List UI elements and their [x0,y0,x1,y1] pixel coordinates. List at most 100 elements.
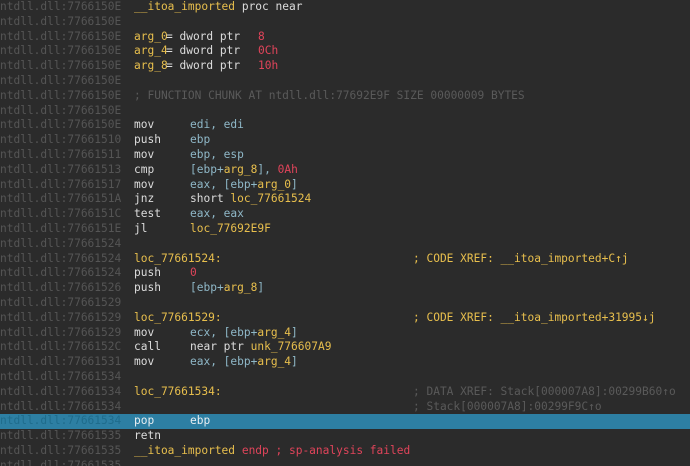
address: ntdll.dll:77661510 [0,133,122,147]
instruction-mnemonic[interactable]: push [134,133,161,148]
instruction-operands[interactable]: short loc_77661524 [190,192,311,207]
data-xref-comment[interactable]: ; Stack[000007A8]:00299F9C↑o [413,400,602,415]
operand-symbol: arg_4 [257,355,292,369]
listing-line[interactable]: ntdll.dll:77661524 [0,237,690,252]
address: ntdll.dll:77661535 [0,443,122,457]
listing-line[interactable]: ntdll.dll:7766151C test eax, eax [0,207,690,222]
listing-line[interactable]: ntdll.dll:77661510 push ebp [0,133,690,148]
listing-line[interactable]: ntdll.dll:7766150E [0,104,690,119]
instruction-operands[interactable]: edi, edi [190,118,244,133]
arg-type: = dword ptr [166,44,241,58]
arg-name[interactable]: arg_4 [134,44,168,59]
operand-symbol: arg_8 [223,162,258,176]
instruction-operands[interactable]: eax, [ebp+arg_0] [190,178,298,193]
listing-line[interactable]: ntdll.dll:77661524 loc_77661524: ; CODE XR… [0,252,690,267]
address: ntdll.dll:77661517 [0,177,122,191]
instruction-mnemonic[interactable]: cmp [134,163,154,178]
address: ntdll.dll:77661524 [0,266,122,280]
instruction-operands[interactable]: 0 [190,266,197,281]
operand-symbol: arg_0 [257,177,292,191]
instruction-mnemonic[interactable]: pop [134,414,154,429]
location-label[interactable]: loc_77661529: [134,311,222,326]
listing-line[interactable]: ntdll.dll:7766150E arg_8 = dword ptr 10h [0,59,690,74]
instruction-mnemonic[interactable]: push [134,281,161,296]
function-label[interactable]: __itoa_imported [134,0,235,15]
address: ntdll.dll:7766151C [0,207,122,221]
endp-keyword: endp ; sp-analysis failed [241,443,411,457]
address: ntdll.dll:77661524 [0,251,122,265]
operand-text: ebp [190,414,211,428]
code-xref-comment[interactable]: ; CODE XREF: __itoa_imported+C↑j [413,252,629,267]
address: ntdll.dll:7766150E [0,103,122,117]
arg-value: 0Ch [258,44,279,58]
code-xref-comment[interactable]: ; CODE XREF: __itoa_imported+31995↓j [413,311,655,326]
instruction-mnemonic[interactable]: retn [134,429,161,444]
instruction-mnemonic[interactable]: mov [134,148,154,163]
listing-line-selected[interactable]: ntdll.dll:77661534 pop ebp [0,414,690,430]
instruction-mnemonic[interactable]: test [134,207,161,222]
address: ntdll.dll:77661531 [0,355,122,369]
listing-line[interactable]: ntdll.dll:7766150E [0,74,690,89]
location-label[interactable]: loc_77661534: [134,385,222,400]
arg-type: = dword ptr [166,29,241,43]
instruction-operands[interactable]: ecx, [ebp+arg_4] [190,326,298,341]
listing-line[interactable]: ntdll.dll:7766150E ; FUNCTION CHUNK AT nt… [0,89,690,104]
listing-line[interactable]: ntdll.dll:7766151E jl loc_77692E9F [0,222,690,237]
function-label[interactable]: __itoa_imported [134,444,235,459]
listing-line[interactable]: ntdll.dll:7766150E [0,15,690,30]
listing-line[interactable]: ntdll.dll:77661534 ; Stack[000007A8]:0029… [0,400,690,415]
instruction-mnemonic[interactable]: call [134,340,161,355]
listing-line[interactable]: ntdll.dll:77661535 __itoa_imported endp ; … [0,444,690,459]
operand-number: 0 [190,266,197,280]
arg-name[interactable]: arg_0 [134,30,168,45]
instruction-mnemonic[interactable]: mov [134,355,154,370]
operand-symbol: unk_776607A9 [250,340,332,354]
listing-line[interactable]: ntdll.dll:77661529 loc_77661529: ; CODE XR… [0,311,690,326]
address: ntdll.dll:77661534 [0,369,122,383]
listing-line[interactable]: ntdll.dll:7766150E arg_4 = dword ptr 0Ch [0,44,690,59]
instruction-mnemonic[interactable]: mov [134,118,154,133]
listing-line[interactable]: ntdll.dll:77661513 cmp [ebp+arg_8], 0Ah [0,163,690,178]
listing-line[interactable]: ntdll.dll:77661517 mov eax, [ebp+arg_0] [0,178,690,193]
data-xref-comment[interactable]: ; DATA XREF: Stack[000007A8]:00299B60↑o [413,385,676,400]
address: ntdll.dll:77661529 [0,325,122,339]
instruction-operands[interactable]: near ptr unk_776607A9 [190,340,331,355]
instruction-operands[interactable]: eax, eax [190,207,244,222]
instruction-mnemonic[interactable]: push [134,266,161,281]
operand-keyword: short [190,192,231,206]
listing-line[interactable]: ntdll.dll:7766150E arg_0 = dword ptr 8 [0,30,690,45]
listing-line[interactable]: ntdll.dll:77661531 mov eax, [ebp+arg_4] [0,355,690,370]
operand-text: ] [291,355,298,369]
disassembly-listing[interactable]: ntdll.dll:7766150E __itoa_imported proc ne… [0,0,690,466]
instruction-operands[interactable]: loc_77692E9F [190,222,271,237]
location-label[interactable]: loc_77661524: [134,252,222,267]
arg-name[interactable]: arg_8 [134,59,168,74]
instruction-operands[interactable]: [ebp+arg_8] [190,281,264,296]
instruction-operands[interactable]: [ebp+arg_8], 0Ah [190,163,298,178]
listing-line[interactable]: ntdll.dll:77661526 push [ebp+arg_8] [0,281,690,296]
instruction-mnemonic[interactable]: jnz [134,192,154,207]
listing-line[interactable]: ntdll.dll:7766152C call near ptr unk_77660… [0,340,690,355]
listing-line[interactable]: ntdll.dll:77661529 [0,296,690,311]
listing-line[interactable]: ntdll.dll:7766150E mov edi, edi [0,118,690,133]
instruction-mnemonic[interactable]: jl [134,222,147,237]
instruction-operands[interactable]: ebp [190,133,210,148]
instruction-operands[interactable]: ebp [190,414,210,429]
listing-line[interactable]: ntdll.dll:77661534 loc_77661534: ; DATA XR… [0,385,690,400]
listing-line[interactable]: ntdll.dll:77661529 mov ecx, [ebp+arg_4] [0,326,690,341]
instruction-operands[interactable]: eax, [ebp+arg_4] [190,355,298,370]
listing-line[interactable]: ntdll.dll:7766151A jnz short loc_77661524 [0,192,690,207]
proc-keyword: proc near [241,0,303,13]
listing-line[interactable]: ntdll.dll:77661511 mov ebp, esp [0,148,690,163]
instruction-mnemonic[interactable]: mov [134,326,154,341]
listing-line[interactable]: ntdll.dll:7766150E __itoa_imported proc ne… [0,0,690,15]
listing-line[interactable]: ntdll.dll:77661534 [0,370,690,385]
listing-line[interactable]: ntdll.dll:77661535 [0,459,690,466]
listing-line[interactable]: ntdll.dll:77661535 retn [0,429,690,444]
operand-symbol: arg_8 [223,281,258,295]
operand-symbol: arg_4 [257,325,292,339]
operand-text: ebp, esp [190,147,244,161]
listing-line[interactable]: ntdll.dll:77661524 push 0 [0,266,690,281]
instruction-mnemonic[interactable]: mov [134,178,154,193]
instruction-operands[interactable]: ebp, esp [190,148,244,163]
